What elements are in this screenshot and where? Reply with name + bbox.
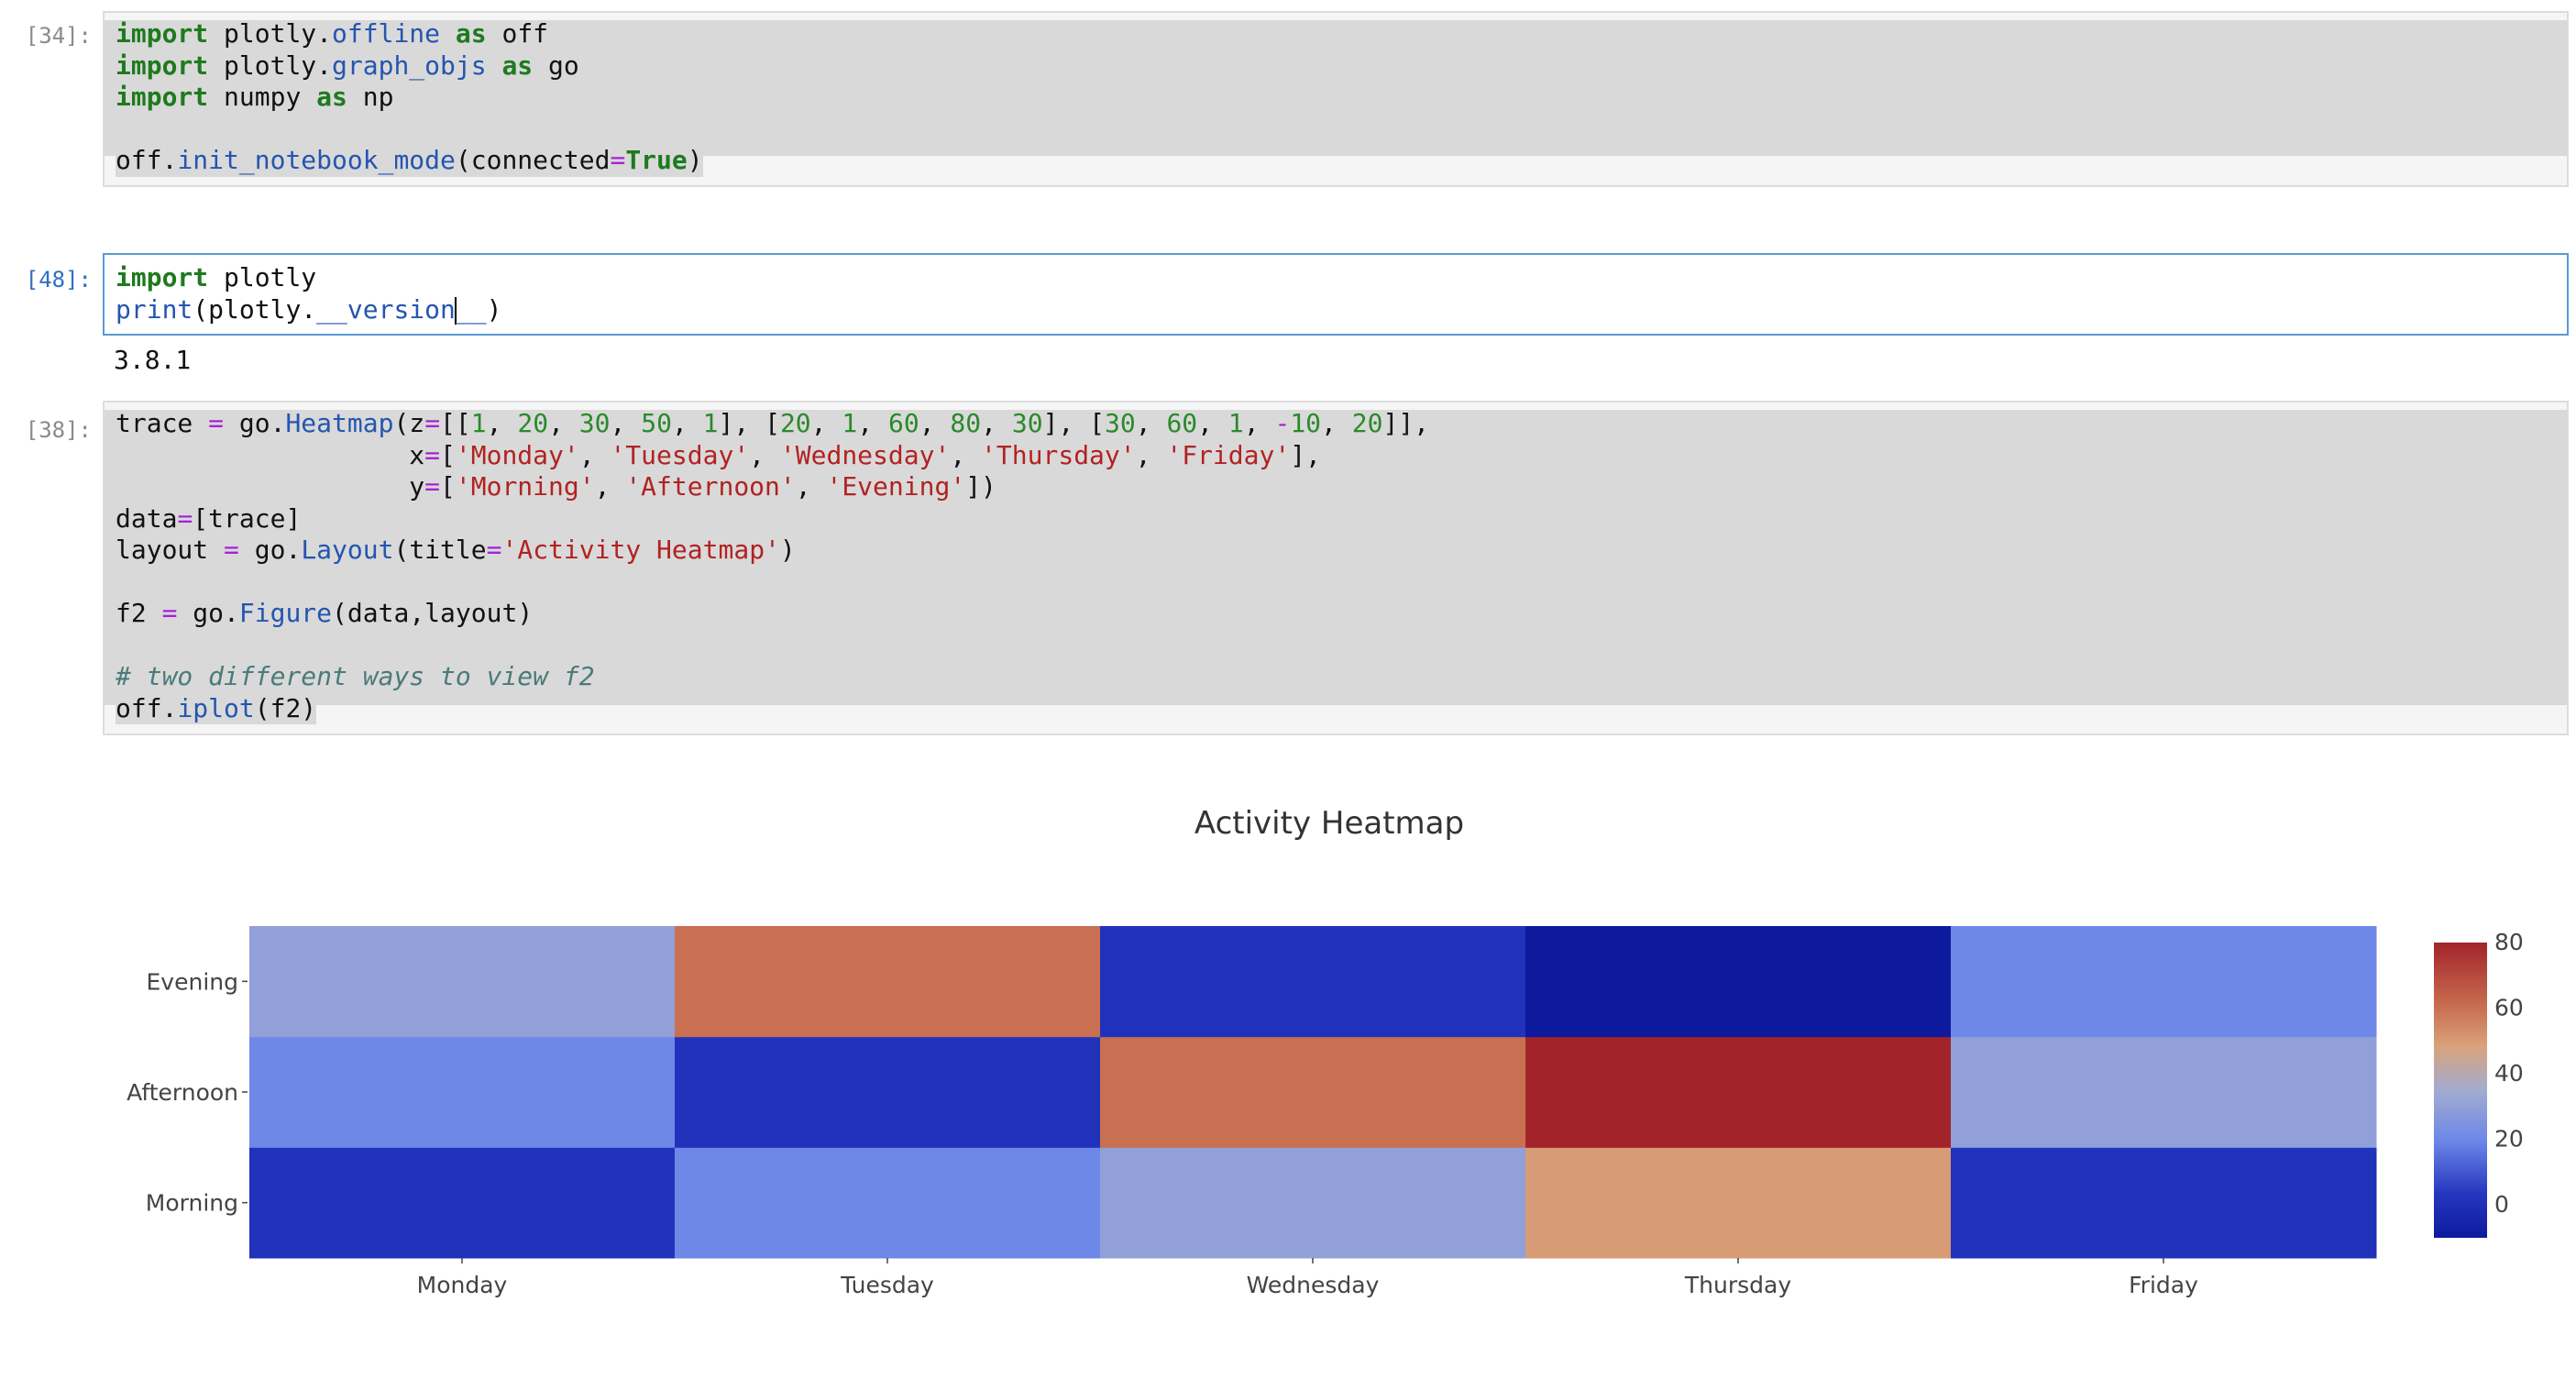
heatmap-cell-morning-friday — [1951, 1147, 2377, 1259]
colorbar: 0 20 40 60 80 — [2434, 929, 2524, 1238]
x-tick-label: Friday — [2129, 1272, 2198, 1298]
heatmap-cell-morning-thursday — [1525, 1147, 1952, 1259]
y-tick-label: Morning — [146, 1190, 238, 1217]
heatmap-cell-evening-thursday — [1525, 926, 1952, 1038]
heatmap-cell-evening-tuesday — [675, 926, 1101, 1038]
colorbar-tick-label: 20 — [2494, 1126, 2524, 1153]
heatmap-cell-afternoon-thursday — [1525, 1036, 1952, 1148]
heatmap-cell-morning-tuesday — [675, 1147, 1101, 1259]
heatmap-cell-evening-friday — [1951, 926, 2377, 1038]
colorbar-bar — [2434, 943, 2487, 1238]
colorbar-tick-label: 40 — [2494, 1060, 2524, 1087]
heatmap-cell-afternoon-tuesday — [675, 1036, 1101, 1148]
y-tick-label: Afternoon — [127, 1079, 238, 1106]
notebook: [34]: import plotly.offline as off import… — [0, 0, 2576, 1379]
colorbar-tick-label: 0 — [2494, 1191, 2509, 1218]
y-tick-label: Evening — [147, 968, 238, 995]
x-tick-label: Monday — [417, 1272, 508, 1298]
x-tick-label: Thursday — [1684, 1272, 1791, 1298]
heatmap-cell-morning-wednesday — [1100, 1147, 1526, 1259]
heatmap-cell-afternoon-wednesday — [1100, 1036, 1526, 1148]
x-tick-label: Wednesday — [1247, 1272, 1380, 1298]
colorbar-tick-label: 60 — [2494, 995, 2524, 1021]
heatmap-cell-morning-monday — [249, 1147, 676, 1259]
heatmap-cells — [249, 926, 2377, 1259]
heatmap-cell-afternoon-monday — [249, 1036, 676, 1148]
heatmap-chart: Monday Tuesday Wednesday Thursday Friday Morn… — [127, 926, 2524, 1298]
heatmap-cell-afternoon-friday — [1951, 1036, 2377, 1148]
x-tick-label: Tuesday — [840, 1272, 934, 1298]
heatmap-cell-evening-monday — [249, 926, 676, 1038]
heatmap-cell-evening-wednesday — [1100, 926, 1526, 1038]
colorbar-tick-label: 80 — [2494, 929, 2524, 955]
